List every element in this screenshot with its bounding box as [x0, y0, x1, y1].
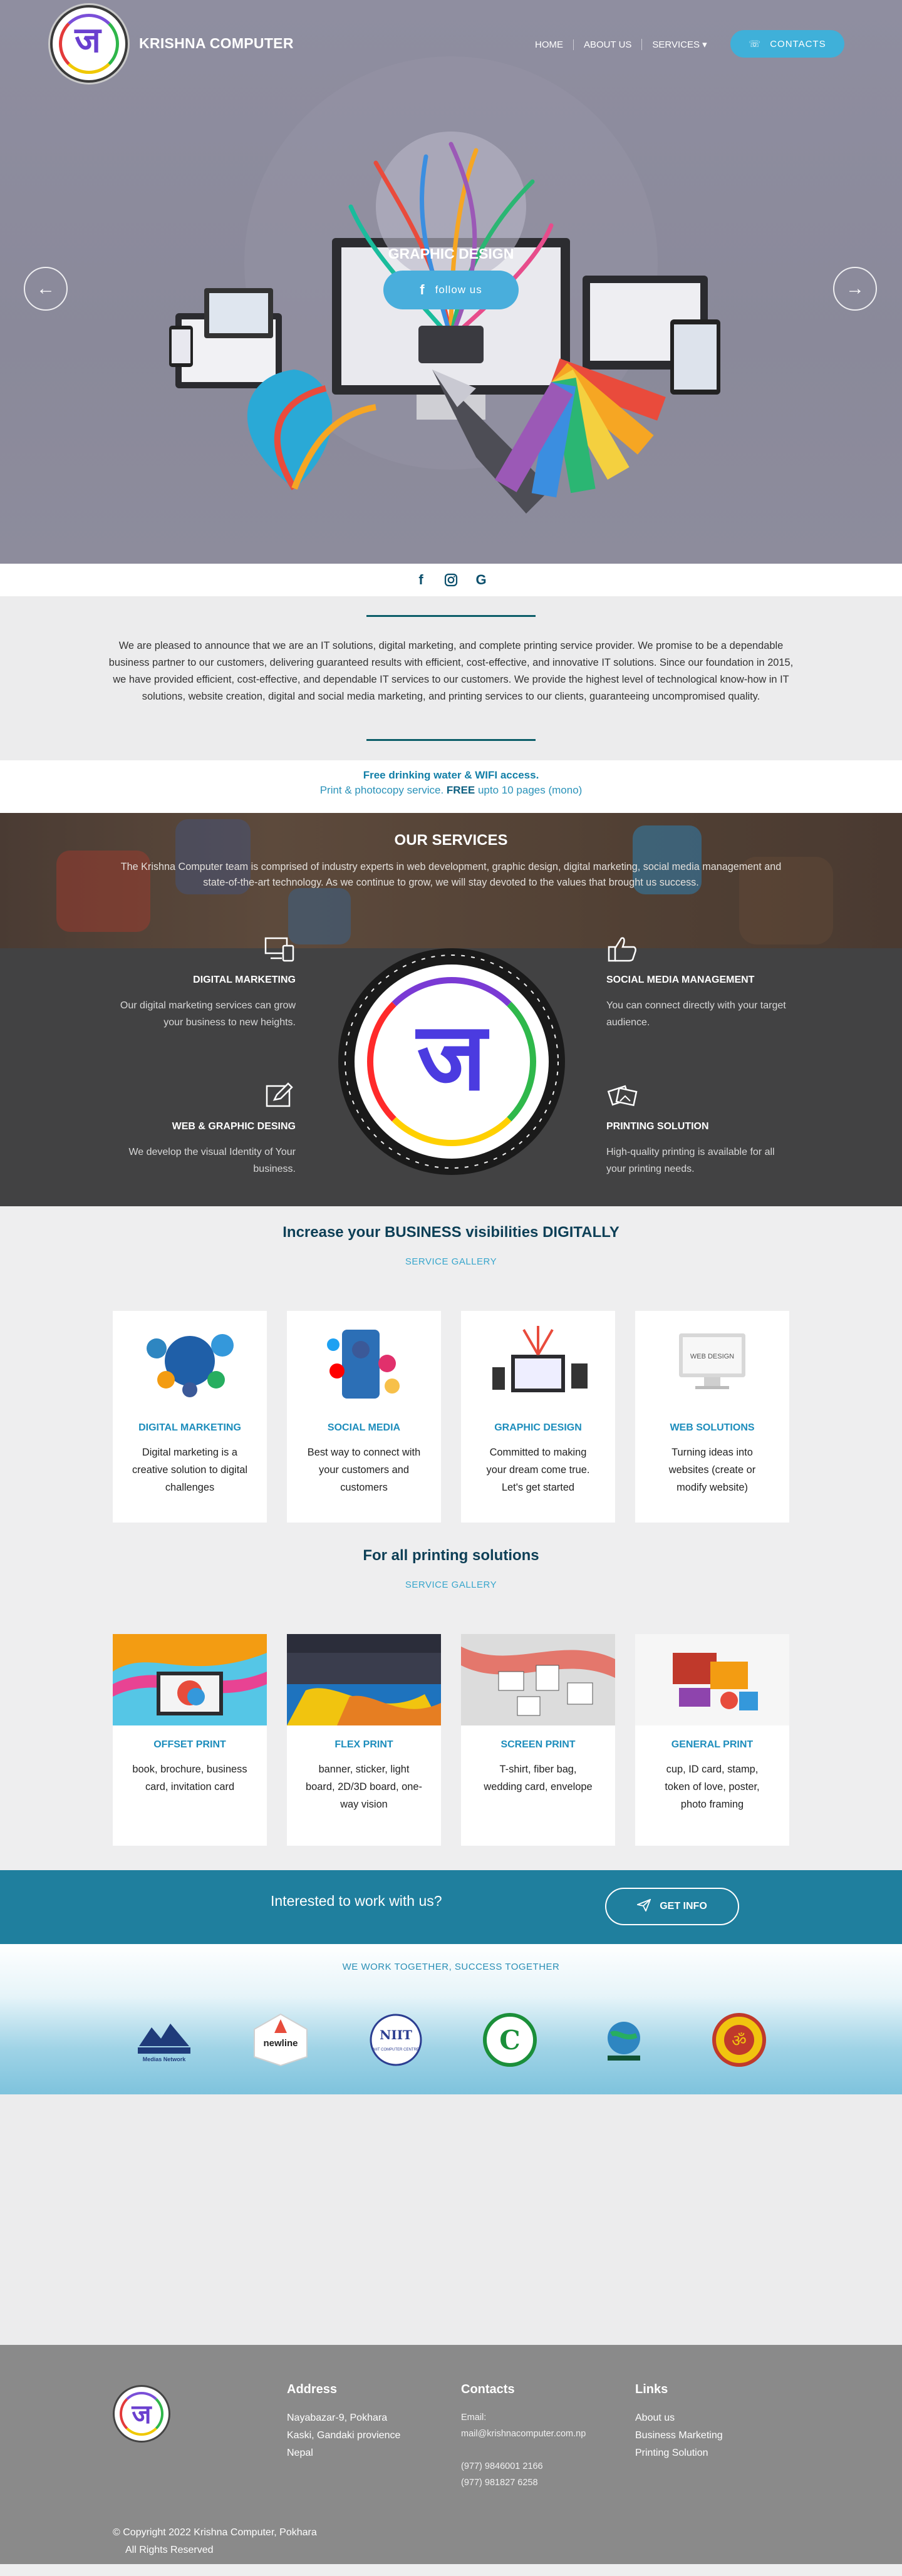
contacts-icon: ☏	[749, 39, 762, 49]
follow-us-button[interactable]: f follow us	[383, 271, 519, 309]
footer-link-printing-solution[interactable]: Printing Solution	[635, 2444, 723, 2462]
social-links: f G	[0, 564, 902, 596]
hero-slider: ज KRISHNA COMPUTER HOME ABOUT US SERVICE…	[0, 0, 902, 564]
web-design-image: WEB DESIGN	[635, 1311, 789, 1409]
svg-text:newline: newline	[263, 2038, 298, 2049]
our-services-section: OUR SERVICES The Krishna Computer team i…	[0, 813, 902, 1206]
services-intro: The Krishna Computer team is comprised o…	[120, 861, 782, 888]
svg-text:Medias Network: Medias Network	[143, 2056, 187, 2062]
screen-print-image	[461, 1634, 615, 1725]
service-printing-solution[interactable]: PRINTING SOLUTION High-quality printing …	[606, 1081, 794, 1177]
social-media-image	[287, 1311, 441, 1409]
cta-text: Interested to work with us?	[271, 1893, 442, 1909]
svg-text:C: C	[499, 2025, 520, 2056]
copyright: © Copyright 2022 Krishna Computer, Pokha…	[113, 2527, 317, 2555]
about-text: We are pleased to announce that we are a…	[108, 640, 794, 702]
card-flex-print[interactable]: FLEX PRINT banner, sticker, light board,…	[287, 1634, 441, 1846]
partner-logo-newline[interactable]: newline	[249, 2012, 312, 2068]
contacts-button[interactable]: ☏ CONTACTS	[730, 30, 844, 58]
photos-icon	[606, 1081, 639, 1110]
partner-logo-medias-network[interactable]: Medias Network	[133, 2012, 195, 2068]
site-footer: ज Address Nayabazar-9, Pokhara Kaski, Ga…	[0, 2345, 902, 2564]
service-social-media-management[interactable]: SOCIAL MEDIA MANAGEMENT You can connect …	[606, 934, 794, 1031]
brand-name[interactable]: KRISHNA COMPUTER	[139, 35, 294, 52]
svg-text:ॐ: ॐ	[732, 2032, 747, 2051]
svg-text:WEB DESIGN: WEB DESIGN	[690, 1353, 734, 1360]
hero-title: GRAPHIC DESIGN	[388, 246, 514, 262]
partner-logo-green[interactable]: C	[479, 2012, 541, 2068]
service-web-graphic-design[interactable]: WEB & GRAPHIC DESING We develop the visu…	[108, 1081, 296, 1177]
edit-icon	[263, 1081, 296, 1110]
free-services-notice: Free drinking water & WIFI access. Print…	[0, 760, 902, 813]
free-wifi-text: Free drinking water & WIFI access.	[363, 769, 539, 781]
footer-email-link[interactable]: mail@krishnacomputer.com.np	[461, 2426, 586, 2442]
nav-services[interactable]: SERVICES ▾	[641, 39, 717, 50]
partner-logo-om[interactable]: ॐ	[708, 2012, 770, 2068]
facebook-icon: f	[420, 282, 425, 297]
footer-links: Links About us Business Marketing Printi…	[635, 2382, 723, 2462]
services-title: OUR SERVICES	[394, 832, 508, 849]
digital-cards: DIGITAL MARKETING Digital marketing is a…	[0, 1311, 902, 1524]
printing-services-section: For all printing solutions SERVICE GALLE…	[0, 1538, 902, 1870]
svg-text:NIIT: NIIT	[380, 2027, 412, 2042]
top-navbar: ज KRISHNA COMPUTER HOME ABOUT US SERVICE…	[0, 0, 902, 88]
about-section: We are pleased to announce that we are a…	[0, 596, 902, 760]
google-icon[interactable]: G	[473, 572, 489, 588]
footer-link-business-marketing[interactable]: Business Marketing	[635, 2427, 723, 2444]
card-web-solutions[interactable]: WEB DESIGN WEB SOLUTIONS Turning ideas i…	[635, 1311, 789, 1523]
arrow-right-icon: →	[846, 278, 864, 299]
printing-section-title: For all printing solutions	[363, 1547, 539, 1564]
thumbs-up-icon	[606, 934, 639, 963]
free-print-text: Print & photocopy service. FREE upto 10 …	[319, 784, 583, 796]
service-digital-marketing[interactable]: DIGITAL MARKETING Our digital marketing …	[108, 934, 296, 1031]
empty-spacer	[0, 2094, 902, 2345]
footer-address: Address Nayabazar-9, Pokhara Kaski, Gand…	[287, 2382, 401, 2458]
partner-logo-niit[interactable]: NIIT NIIT COMPUTER CENTRE	[365, 2012, 427, 2068]
graphic-design-image	[461, 1311, 615, 1409]
printing-cards: OFFSET PRINT book, brochure, business ca…	[0, 1634, 902, 1847]
card-digital-marketing[interactable]: DIGITAL MARKETING Digital marketing is a…	[113, 1311, 267, 1523]
digital-section-subtitle[interactable]: SERVICE GALLERY	[0, 1256, 902, 1267]
card-social-media[interactable]: SOCIAL MEDIA Best way to connect with yo…	[287, 1311, 441, 1523]
printing-section-subtitle[interactable]: SERVICE GALLERY	[0, 1580, 902, 1590]
brand-logo[interactable]: ज	[50, 5, 128, 83]
instagram-icon[interactable]	[443, 572, 459, 588]
offset-print-image	[113, 1634, 267, 1725]
main-menu: HOME ABOUT US SERVICES ▾	[525, 39, 717, 50]
svg-text:NIIT COMPUTER CENTRE: NIIT COMPUTER CENTRE	[373, 2048, 419, 2052]
card-general-print[interactable]: GENERAL PRINT cup, ID card, stamp, token…	[635, 1634, 789, 1846]
devices-icon	[263, 934, 296, 963]
footer-link-about[interactable]: About us	[635, 2409, 723, 2427]
divider	[366, 615, 536, 617]
nav-about-us[interactable]: ABOUT US	[573, 39, 641, 50]
card-graphic-design[interactable]: GRAPHIC DESIGN Committed to making your …	[461, 1311, 615, 1523]
center-brand-logo: ज	[338, 948, 565, 1175]
divider	[366, 739, 536, 741]
partner-logo-globe[interactable]	[593, 2012, 655, 2068]
digital-marketing-image	[113, 1311, 267, 1409]
partners-section: WE WORK TOGETHER, SUCCESS TOGETHER Media…	[0, 1944, 902, 2094]
digital-section-title: Increase your BUSINESS visibilities DIGI…	[283, 1224, 619, 1241]
digital-services-section: Increase your BUSINESS visibilities DIGI…	[0, 1206, 902, 1538]
facebook-icon[interactable]: f	[413, 572, 429, 588]
partners-caption: WE WORK TOGETHER, SUCCESS TOGETHER	[342, 1962, 560, 1972]
footer-logo[interactable]: ज	[113, 2385, 170, 2443]
get-info-button[interactable]: GET INFO	[605, 1888, 739, 1925]
slider-prev-arrow[interactable]: ←	[24, 267, 68, 311]
footer-contacts: Contacts Email: mail@krishnacomputer.com…	[461, 2382, 586, 2491]
cta-banner: Interested to work with us? GET INFO	[0, 1870, 902, 1944]
flex-print-image	[287, 1634, 441, 1725]
card-offset-print[interactable]: OFFSET PRINT book, brochure, business ca…	[113, 1634, 267, 1846]
send-icon	[636, 1898, 651, 1915]
nav-home[interactable]: HOME	[525, 39, 573, 50]
arrow-left-icon: ←	[36, 278, 55, 299]
footer-phone-2[interactable]: (977) 981827 6258	[461, 2475, 586, 2491]
card-screen-print[interactable]: SCREEN PRINT T-shirt, fiber bag, wedding…	[461, 1634, 615, 1846]
slider-next-arrow[interactable]: →	[833, 267, 877, 311]
footer-phone-1[interactable]: (977) 9846001 2166	[461, 2458, 586, 2475]
general-print-image	[635, 1634, 789, 1725]
